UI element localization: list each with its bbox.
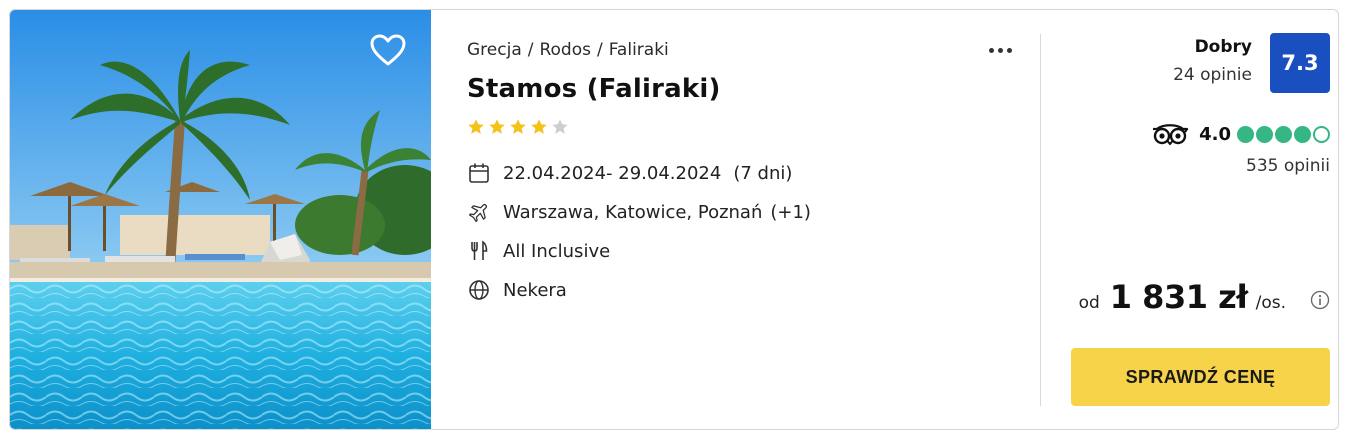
price-value: 1 831 zł (1109, 278, 1248, 316)
info-circle-icon[interactable] (1310, 290, 1330, 310)
star-filled-icon (510, 119, 526, 134)
departures-text: Warszawa, Katowice, Poznań (503, 201, 763, 223)
hotel-star-rating (467, 118, 569, 136)
dates-text: 22.04.2024- 29.04.2024 (503, 162, 722, 184)
breadcrumb: Grecja / Rodos / Faliraki (467, 40, 669, 60)
rating-bubble-filled (1256, 125, 1273, 143)
favorite-button[interactable] (368, 30, 408, 70)
breadcrumb-region[interactable]: Rodos (539, 40, 591, 60)
hotel-photo[interactable] (10, 10, 431, 429)
board-text: All Inclusive (503, 240, 611, 262)
star-filled-icon (531, 119, 547, 134)
offer-details: Grecja / Rodos / Faliraki Stamos (Faliraki) … (467, 10, 1027, 429)
tripadvisor-bubbles (1237, 125, 1330, 143)
price-unit: /os. (1255, 293, 1286, 313)
column-divider (1040, 34, 1041, 406)
hotel-title[interactable]: Stamos (Faliraki) (467, 74, 721, 104)
star-empty-icon (552, 119, 568, 134)
tripadvisor-rating: 4.0 (1151, 122, 1330, 146)
pool-photo-illustration (10, 10, 431, 429)
tripadvisor-owl-icon (1153, 124, 1189, 145)
departures-more-link[interactable]: (+1) (770, 202, 811, 223)
price-from-label: od (1078, 293, 1100, 313)
operator-row: Nekera (467, 277, 567, 303)
departures-row: Warszawa, Katowice, Poznań (+1) (467, 199, 811, 225)
rating-price-panel: Dobry 24 opinie 7.3 4.0 535 opinii od 1 … (1070, 10, 1330, 429)
tripadvisor-score: 4.0 (1199, 123, 1231, 145)
calendar-icon (467, 161, 491, 185)
duration-text: (7 dni) (733, 162, 793, 184)
check-price-button[interactable]: SPRAWDŹ CENĘ (1071, 348, 1330, 406)
rating-bubble-filled (1237, 125, 1254, 143)
plane-icon (467, 200, 491, 224)
price-row: od 1 831 zł /os. (1079, 278, 1330, 322)
more-horizontal-icon (997, 47, 1003, 53)
breadcrumb-separator: / (596, 40, 603, 60)
heart-outline-icon (370, 34, 406, 66)
dates-row: 22.04.2024- 29.04.2024 (7 dni) (467, 160, 792, 186)
more-horizontal-icon (988, 47, 994, 53)
breadcrumb-country[interactable]: Grecja (467, 40, 522, 60)
rating-label: Dobry (1194, 37, 1252, 57)
rating-bubble-filled (1294, 125, 1311, 143)
rating-bubble-filled (1275, 125, 1292, 143)
tripadvisor-reviews-count[interactable]: 535 opinii (1246, 156, 1330, 176)
breadcrumb-city[interactable]: Faliraki (609, 40, 669, 60)
rating-reviews-count[interactable]: 24 opinie (1173, 65, 1252, 85)
globe-icon (467, 278, 491, 302)
rating-bubble-empty (1313, 125, 1330, 143)
more-options-button[interactable] (982, 38, 1018, 62)
operator-text: Nekera (503, 279, 567, 301)
offer-card[interactable]: Grecja / Rodos / Faliraki Stamos (Faliraki) … (9, 9, 1339, 430)
breadcrumb-separator: / (527, 40, 534, 60)
rating-score-badge: 7.3 (1270, 33, 1330, 93)
board-row: All Inclusive (467, 238, 610, 264)
star-filled-icon (468, 119, 484, 134)
more-horizontal-icon (1006, 47, 1012, 53)
star-filled-icon (489, 119, 505, 134)
cutlery-icon (467, 239, 491, 263)
